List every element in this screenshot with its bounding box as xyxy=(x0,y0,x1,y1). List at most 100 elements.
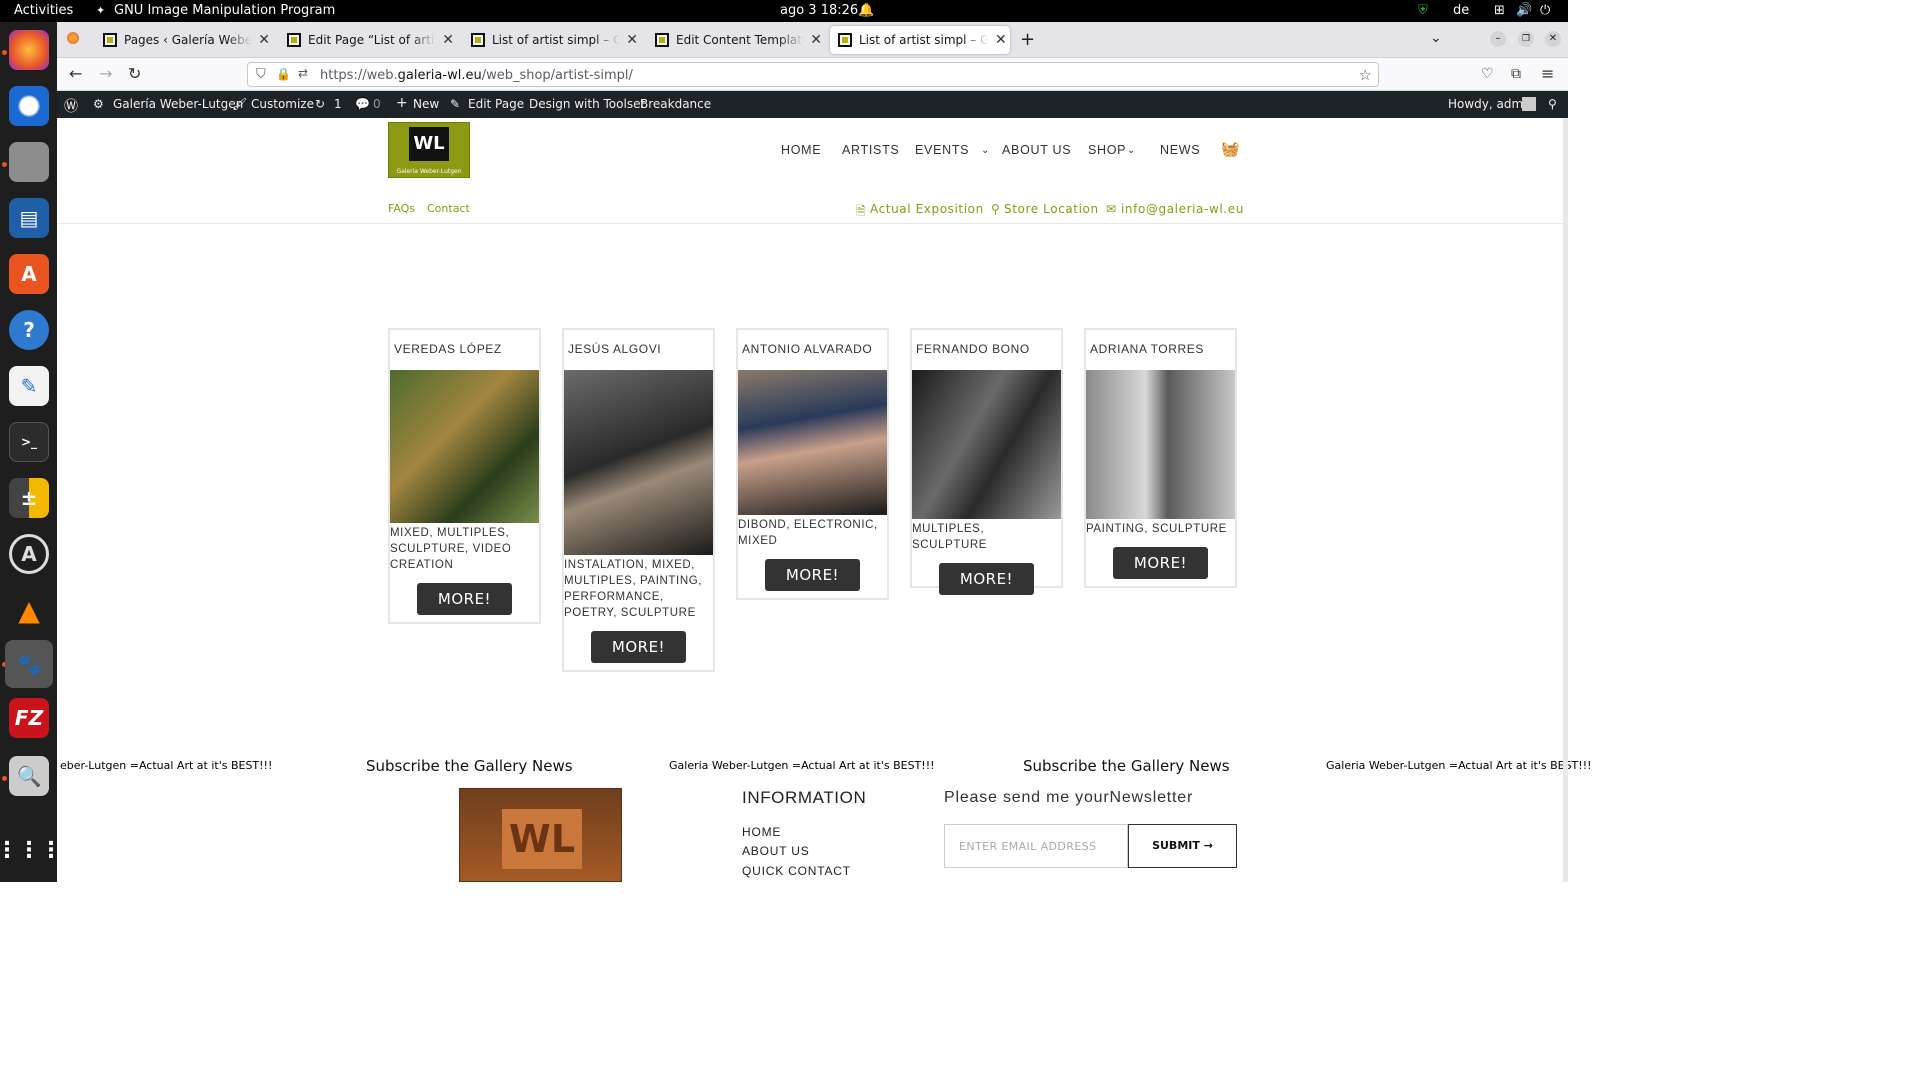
avatar[interactable] xyxy=(1522,97,1536,111)
email-input[interactable]: ENTER EMAIL ADDRESS xyxy=(944,824,1128,868)
menu-hamburger-icon[interactable]: ≡ xyxy=(1541,64,1554,83)
text-editor-icon[interactable]: ✎ xyxy=(9,366,49,406)
extensions-icon[interactable]: ⧉ xyxy=(1511,66,1521,82)
browser-tab[interactable]: Pages ‹ Galería Weber-Lutgen✕ xyxy=(95,26,270,54)
menu-news[interactable]: NEWS xyxy=(1160,143,1200,157)
close-tab-icon[interactable]: ✕ xyxy=(995,32,1007,48)
more-button[interactable]: MORE! xyxy=(939,563,1034,595)
browser-tab-active[interactable]: List of artist simpl – Galería✕ xyxy=(830,26,1010,54)
comments-count[interactable]: 0 xyxy=(373,97,381,111)
lock-icon[interactable]: 🔒 xyxy=(276,67,291,81)
menu-events[interactable]: EVENTS xyxy=(915,143,969,157)
close-tab-icon[interactable]: ✕ xyxy=(810,32,822,48)
more-button[interactable]: MORE! xyxy=(1113,547,1208,579)
tab-list-icon[interactable]: ⌄ xyxy=(1430,30,1442,46)
help-icon[interactable]: ? xyxy=(9,310,49,350)
site-logo[interactable]: WL Galeria Weber-Lutgen xyxy=(388,122,470,178)
artist-photo[interactable] xyxy=(912,370,1061,519)
browser-tab[interactable]: Edit Page “List of artist simpl”✕ xyxy=(279,26,454,54)
url-bar[interactable]: ⛉ 🔒 ⇄ https://web.galeria-wl.eu/web_shop… xyxy=(247,62,1379,87)
browser-tab[interactable]: Edit Content Template “T✕ xyxy=(647,26,822,54)
artist-photo[interactable] xyxy=(390,370,539,523)
updates-icon[interactable]: ↻ xyxy=(315,97,325,111)
breakdance-link[interactable]: Breakdance xyxy=(640,97,711,111)
volume-icon[interactable]: 🔊 xyxy=(1516,3,1532,18)
more-button[interactable]: MORE! xyxy=(591,631,686,663)
network-icon[interactable]: ⊞ xyxy=(1494,3,1505,18)
site-name-link[interactable]: Galería Weber-Lutgen xyxy=(113,97,243,111)
update-manager-icon[interactable]: A xyxy=(9,534,49,574)
writer-icon[interactable]: ▤ xyxy=(9,198,49,238)
pocket-icon[interactable]: ♡ xyxy=(1481,66,1494,82)
menu-about[interactable]: ABOUT US xyxy=(1002,143,1071,157)
submit-button[interactable]: SUBMIT → xyxy=(1128,824,1237,868)
artist-photo[interactable] xyxy=(564,370,713,555)
clock[interactable]: ago 3 18:26 xyxy=(780,3,858,18)
contact-link[interactable]: Contact xyxy=(427,202,470,215)
toolset-link[interactable]: Design with Toolset xyxy=(529,97,645,111)
restore-icon[interactable]: ❐ xyxy=(1518,31,1534,47)
app-grid-icon[interactable]: ⋮⋮⋮ xyxy=(0,830,62,870)
gimp-dock-icon[interactable]: 🐾 xyxy=(5,640,53,688)
menu-artists[interactable]: ARTISTS xyxy=(842,143,899,157)
updates-count[interactable]: 1 xyxy=(334,97,342,111)
wordpress-logo-icon[interactable]: Ⓦ xyxy=(64,96,78,116)
brush-icon: 🖌 xyxy=(232,97,248,111)
files-icon[interactable] xyxy=(9,142,49,182)
firefox-view-icon[interactable] xyxy=(67,32,79,44)
active-app-label[interactable]: GNU Image Manipulation Program xyxy=(114,3,335,18)
close-tab-icon[interactable]: ✕ xyxy=(258,32,270,48)
filezilla-icon[interactable]: FZ xyxy=(9,698,49,738)
menu-home[interactable]: HOME xyxy=(781,143,821,157)
artist-card: VEREDAS LÓPEZ MIXED, MULTIPLES, SCULPTUR… xyxy=(388,328,541,624)
more-button[interactable]: MORE! xyxy=(765,559,860,591)
faqs-link[interactable]: FAQs xyxy=(388,202,415,215)
thunderbird-icon[interactable] xyxy=(9,86,49,126)
shield-icon[interactable]: ⛨ xyxy=(1418,3,1428,18)
artist-name[interactable]: ANTONIO ALVARADO xyxy=(738,330,887,370)
activities-button[interactable]: Activities xyxy=(14,3,73,18)
close-tab-icon[interactable]: ✕ xyxy=(442,32,454,48)
logo-mark: WL xyxy=(409,127,449,161)
artist-name[interactable]: ADRIANA TORRES xyxy=(1086,330,1235,370)
permissions-icon[interactable]: ⇄ xyxy=(298,66,308,80)
footer-link-home[interactable]: HOME xyxy=(742,825,781,839)
artist-name[interactable]: FERNANDO BONO xyxy=(912,330,1061,370)
customize-link[interactable]: Customize xyxy=(251,97,314,111)
back-icon[interactable]: ← xyxy=(69,64,82,83)
browser-tab[interactable]: List of artist simpl – Galería✕ xyxy=(463,26,638,54)
email-link[interactable]: info@galeria-wl.eu xyxy=(1121,202,1244,216)
footer-link-about[interactable]: ABOUT US xyxy=(742,844,810,858)
actual-exposition-link[interactable]: Actual Exposition xyxy=(870,202,984,216)
close-tab-icon[interactable]: ✕ xyxy=(626,32,638,48)
cart-icon[interactable]: 🧺 xyxy=(1221,140,1240,158)
bookmark-star-icon[interactable]: ☆ xyxy=(1359,66,1372,84)
magnifier-icon[interactable]: 🔍 xyxy=(9,756,49,796)
comments-icon[interactable]: 💬 xyxy=(355,97,370,111)
terminal-icon[interactable]: >_ xyxy=(9,422,49,462)
new-link[interactable]: New xyxy=(413,97,439,111)
tracking-shield-icon[interactable]: ⛉ xyxy=(256,67,266,82)
minimize-icon[interactable]: – xyxy=(1490,31,1506,47)
forward-icon[interactable]: → xyxy=(99,64,112,83)
search-icon[interactable]: ⚲ xyxy=(1548,97,1557,111)
more-button[interactable]: MORE! xyxy=(417,583,512,615)
store-location-link[interactable]: Store Location xyxy=(1004,202,1099,216)
new-tab-icon[interactable]: + xyxy=(1020,29,1035,50)
close-window-icon[interactable]: ✕ xyxy=(1545,31,1561,47)
artist-name[interactable]: VEREDAS LÓPEZ xyxy=(390,330,539,370)
firefox-icon[interactable] xyxy=(9,30,49,70)
reload-icon[interactable]: ↻ xyxy=(128,64,141,83)
calculator-icon[interactable]: ± xyxy=(9,478,49,518)
artist-name[interactable]: JESÚS ALGOVI xyxy=(564,330,713,370)
artist-photo[interactable] xyxy=(1086,370,1235,519)
edit-page-link[interactable]: Edit Page xyxy=(468,97,524,111)
power-icon[interactable]: ⏻ xyxy=(1540,3,1550,18)
footer-link-contact[interactable]: QUICK CONTACT xyxy=(742,864,851,878)
software-center-icon[interactable]: A xyxy=(9,254,49,294)
artist-photo[interactable] xyxy=(738,370,887,515)
page-scrollbar[interactable] xyxy=(1563,118,1568,882)
vlc-icon[interactable]: ▲ xyxy=(9,590,49,630)
keyboard-layout[interactable]: de xyxy=(1453,3,1469,18)
menu-shop[interactable]: SHOP xyxy=(1088,143,1126,157)
